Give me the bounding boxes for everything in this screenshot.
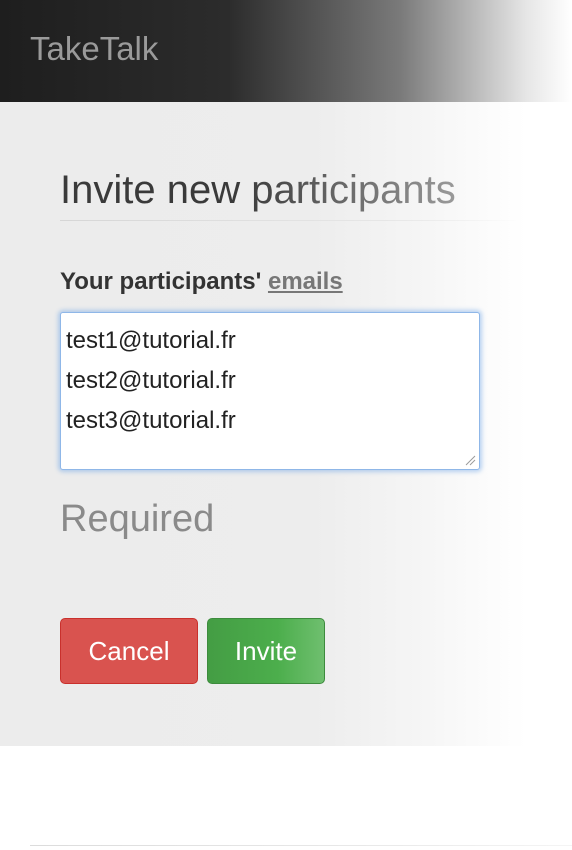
footer-divider: [30, 845, 572, 846]
emails-field-label: Your participants' emails: [60, 268, 343, 296]
title-divider: [60, 220, 520, 221]
invite-form-panel: Invite new participants Your participant…: [0, 102, 572, 746]
invite-button[interactable]: Invite: [207, 618, 325, 684]
brand-logo[interactable]: TakeTalk: [30, 30, 158, 68]
required-help-text: Required: [60, 498, 215, 540]
cancel-button[interactable]: Cancel: [60, 618, 198, 684]
emails-help-link[interactable]: emails: [268, 268, 343, 295]
emails-textarea-wrapper: test1@tutorial.fr test2@tutorial.fr test…: [60, 312, 480, 470]
resize-grip-icon[interactable]: [464, 454, 476, 466]
navbar: TakeTalk: [0, 0, 572, 102]
page-title: Invite new participants: [60, 168, 456, 212]
emails-label-text: Your participants': [60, 268, 268, 295]
emails-textarea[interactable]: test1@tutorial.fr test2@tutorial.fr test…: [61, 313, 479, 469]
